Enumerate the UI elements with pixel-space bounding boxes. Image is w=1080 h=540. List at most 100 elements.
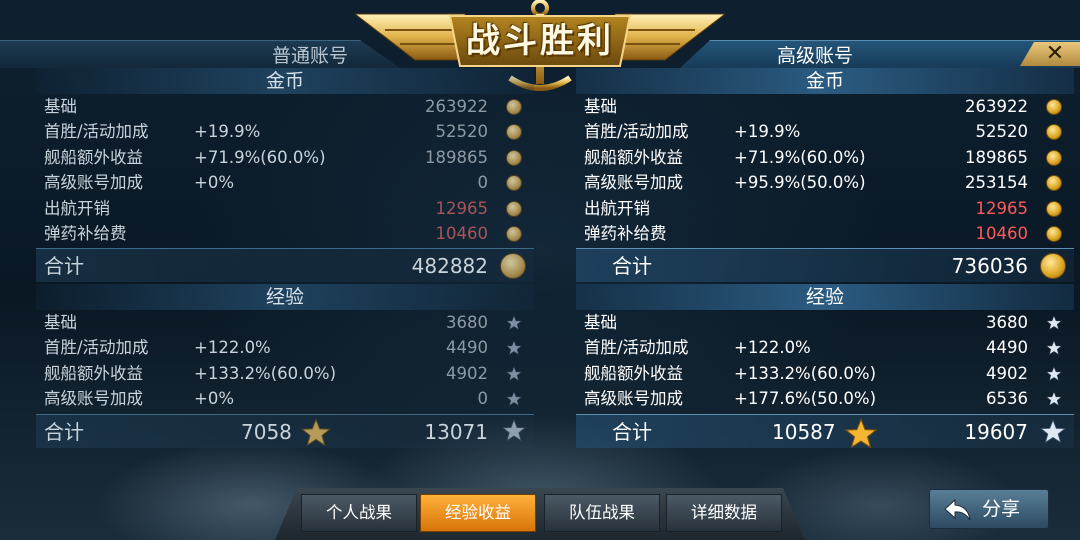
normal-gold-total-value: 482882 [411,254,488,279]
tab-personal-results[interactable]: 个人战果 [301,494,417,532]
table-row: 高级账号加成 +177.6%(50.0%) 6536 [576,386,1074,411]
coin-icon [506,124,522,141]
table-row: 舰船额外收益 +71.9%(60.0%) 189865 [36,145,534,170]
gold-star-icon [844,417,878,448]
row-bonus-percent: +19.9% [734,122,801,142]
table-row: 首胜/活动加成 +19.9% 52520 [576,119,1074,144]
row-label: 弹药补给费 [584,223,667,243]
table-row: 基础 3680 [36,310,534,335]
row-label: 首胜/活动加成 [584,338,689,358]
table-row: 高级账号加成 +0% 0 [36,386,534,411]
normal-exp-rows: 基础 3680 首胜/活动加成 +122.0% 4490 舰船额外收益 +133.2%(60… [36,310,534,412]
share-arrow-icon [944,497,972,535]
premium-exp-total-value: 19607 [964,419,1028,444]
row-value: 189865 [425,147,488,167]
premium-account-header: 高级账号 [680,40,1080,68]
premium-exp-panel: 经验 基础 3680 首胜/活动加成 +122.0% 4490 舰船额外收益 +133.2%… [576,284,1074,448]
normal-gold-section-title: 金币 [36,68,534,94]
coin-icon [1046,149,1062,166]
coin-icon [1046,200,1062,217]
row-value: 10460 [435,223,489,243]
premium-exp-total-row: 合计 10587 19607 [576,413,1074,448]
coin-icon [506,149,522,166]
table-row: 基础 263922 [576,94,1074,119]
premium-gold-total-row: 合计 736036 [576,248,1074,283]
row-bonus-percent: +19.9% [194,122,261,142]
coin-icon [506,225,522,242]
row-label: 舰船额外收益 [44,363,143,383]
table-row: 高级账号加成 +95.9%(50.0%) 253154 [576,170,1074,195]
star-icon [506,315,522,330]
close-icon: ✕ [1045,41,1065,66]
table-row: 基础 3680 [576,310,1074,335]
tab-team-results[interactable]: 队伍战果 [544,494,660,532]
table-row: 出航开销 12965 [36,196,534,221]
table-row: 舰船额外收益 +133.2%(60.0%) 4902 [576,361,1074,386]
table-row: 基础 263922 [36,94,534,119]
row-value: 263922 [425,97,488,116]
row-bonus-percent: +133.2%(60.0%) [734,363,877,383]
row-value: 4490 [986,338,1028,358]
normal-gold-rows: 基础 263922 首胜/活动加成 +19.9% 52520 舰船额外收益 +71.9%(6… [36,94,534,246]
row-label: 基础 [584,313,617,332]
coin-icon [1040,253,1066,280]
row-label: 舰船额外收益 [584,147,683,167]
table-row: 舰船额外收益 +71.9%(60.0%) 189865 [576,145,1074,170]
normal-exp-panel: 经验 基础 3680 首胜/活动加成 +122.0% 4490 舰船额外收益 +133.2%… [36,284,534,448]
row-value: 253154 [965,173,1028,193]
total-label: 合计 [612,419,652,444]
table-row: 高级账号加成 +0% 0 [36,170,534,195]
row-bonus-percent: +122.0% [194,338,271,358]
star-icon [506,340,522,356]
row-value: 3680 [446,313,488,332]
table-row: 弹药补给费 10460 [576,221,1074,246]
normal-ship-exp-value: 7058 [241,419,292,444]
row-value: 12965 [975,198,1029,218]
battle-victory-title: 战斗胜利 [466,21,614,61]
coin-icon [1046,99,1062,115]
normal-gold-total-row: 合计 482882 [36,248,534,283]
row-value: 4490 [446,338,488,358]
coin-icon [500,253,526,280]
share-label: 分享 [982,498,1021,520]
tab-detailed-data[interactable]: 详细数据 [666,494,782,532]
premium-gold-section-title: 金币 [576,68,1074,94]
row-label: 基础 [44,313,77,332]
table-row: 首胜/活动加成 +122.0% 4490 [576,335,1074,360]
row-label: 高级账号加成 [584,389,683,409]
premium-exp-section-title: 经验 [576,284,1074,310]
row-value: 4902 [986,363,1028,383]
table-row: 首胜/活动加成 +19.9% 52520 [36,119,534,144]
premium-ship-exp-value: 10587 [772,419,836,444]
share-button[interactable]: 分享 [929,489,1049,529]
row-label: 首胜/活动加成 [44,338,149,358]
row-label: 高级账号加成 [44,389,143,409]
star-icon [506,391,522,407]
row-label: 舰船额外收益 [584,363,683,383]
row-label: 高级账号加成 [44,173,143,193]
row-bonus-percent: +122.0% [734,338,811,358]
star-icon [506,365,522,381]
coin-icon [506,200,522,217]
coin-icon [506,99,522,115]
table-row: 舰船额外收益 +133.2%(60.0%) 4902 [36,361,534,386]
table-row: 首胜/活动加成 +122.0% 4490 [36,335,534,360]
total-label: 合计 [612,254,652,279]
star-icon [1046,365,1062,381]
row-bonus-percent: +177.6%(50.0%) [734,389,877,409]
row-label: 出航开销 [584,198,650,218]
row-bonus-percent: +0% [194,173,235,193]
premium-gold-rows: 基础 263922 首胜/活动加成 +19.9% 52520 舰船额外收益 +71.9%(6… [576,94,1074,246]
normal-gold-panel: 金币 基础 263922 首胜/活动加成 +19.9% 52520 舰船额外收益 +71.9… [36,68,534,283]
row-label: 舰船额外收益 [44,147,143,167]
table-row: 出航开销 12965 [576,196,1074,221]
normal-exp-total-value: 13071 [424,419,488,444]
row-label: 弹药补给费 [44,223,127,243]
tab-exp-income[interactable]: 经验收益 [420,494,536,532]
row-value: 10460 [975,223,1029,243]
row-value: 4902 [446,363,488,383]
premium-exp-rows: 基础 3680 首胜/活动加成 +122.0% 4490 舰船额外收益 +133.2%(60… [576,310,1074,412]
row-label: 首胜/活动加成 [44,122,149,142]
star-icon [1046,340,1062,356]
row-bonus-percent: +0% [194,389,235,409]
